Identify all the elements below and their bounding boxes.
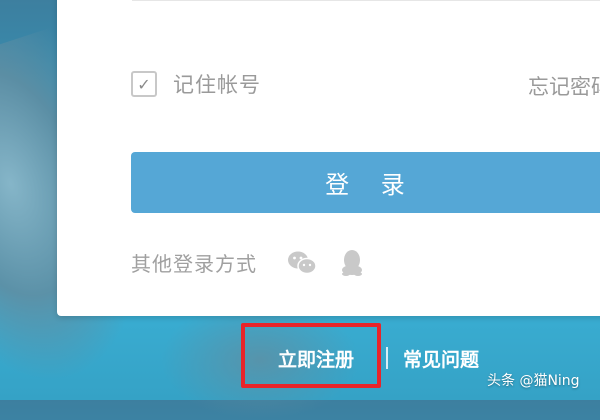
register-now-link[interactable]: 立即注册 [278,345,354,372]
qq-icon[interactable] [339,249,365,277]
forgot-password-link[interactable]: 忘记密码 [528,71,600,101]
remember-checkbox[interactable]: ✓ [131,71,157,97]
remember-label: 记住帐号 [173,73,261,97]
faq-link[interactable]: 常见问题 [403,345,479,372]
remember-account-row[interactable]: ✓ 记住帐号 [131,69,261,99]
other-login-label: 其他登录方式 [131,252,257,276]
wechat-icon[interactable] [287,249,317,277]
watermark: 头条 @猫Ning [487,373,580,389]
login-button-label: 登 录 [325,171,417,199]
check-icon: ✓ [137,74,151,94]
other-login-methods: 其他登录方式 [131,248,365,277]
link-divider [386,347,388,369]
login-button[interactable]: 登 录 [131,152,600,213]
input-underline [132,0,600,1]
